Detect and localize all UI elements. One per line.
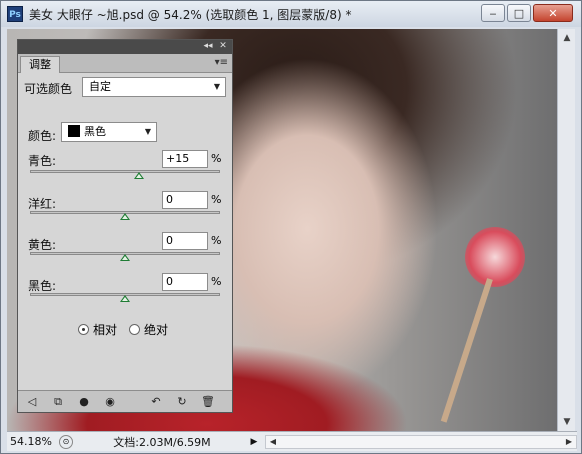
photoshop-icon: Ps xyxy=(7,6,23,22)
trash-icon[interactable]: 🗑 xyxy=(198,394,218,410)
panel-header[interactable]: ◂◂ ✕ xyxy=(18,40,232,54)
color-value: 黑色 xyxy=(84,125,106,138)
panel-bottom-toolbar: ◁ ⧉ ● ◉ ↶ ↻ 🗑 xyxy=(18,390,232,412)
status-info-icon[interactable]: ⊙ xyxy=(59,434,73,449)
radio-absolute[interactable]: 绝对 xyxy=(129,321,168,338)
horizontal-scrollbar[interactable]: ◀ ▶ xyxy=(265,434,577,449)
radio-dot xyxy=(78,324,89,335)
status-bar: 54.18% ⊙ 文档:2.03M/6.59M ▶ ◀ ▶ xyxy=(7,431,577,451)
color-label: 颜色: xyxy=(28,129,57,143)
photo-region-pinwheel xyxy=(465,227,525,287)
chevron-down-icon: ▼ xyxy=(213,82,220,91)
black-slider-thumb[interactable] xyxy=(120,295,130,302)
color-select[interactable]: 黑色 ▼ xyxy=(61,122,157,142)
unit-label: % xyxy=(211,152,222,165)
slider-label: 黄色: xyxy=(28,238,57,252)
eye-icon[interactable]: ◉ xyxy=(100,394,120,410)
vertical-scrollbar[interactable]: ▲ ▼ xyxy=(557,29,575,431)
scroll-up-icon[interactable]: ▲ xyxy=(558,29,576,47)
black-input[interactable]: 0 xyxy=(162,273,208,291)
scroll-down-icon[interactable]: ▼ xyxy=(558,413,576,431)
unit-label: % xyxy=(211,234,222,247)
radio-relative[interactable]: 相对 xyxy=(78,321,117,338)
close-button[interactable]: ✕ xyxy=(533,4,573,22)
back-arrow-icon[interactable]: ◁ xyxy=(22,394,42,410)
slider-label: 黑色: xyxy=(28,279,57,293)
scroll-right-icon[interactable]: ▶ xyxy=(562,436,576,448)
slider-label: 青色: xyxy=(28,154,57,168)
yellow-slider-thumb[interactable] xyxy=(120,254,130,261)
scroll-left-icon[interactable]: ◀ xyxy=(266,436,280,448)
radio-absolute-label: 绝对 xyxy=(144,323,169,337)
preset-value: 自定 xyxy=(89,80,111,93)
chevron-down-icon: ▼ xyxy=(144,127,151,136)
radio-dot xyxy=(129,324,140,335)
tab-adjustments[interactable]: 调整 xyxy=(20,56,60,73)
magenta-input[interactable]: 0 xyxy=(162,191,208,209)
slider-label: 洋红: xyxy=(28,197,57,211)
cyan-slider-thumb[interactable] xyxy=(134,172,145,179)
title-bar[interactable]: Ps 美女 大眼仔 ~旭.psd @ 54.2% (选取颜色 1, 图层蒙版/8… xyxy=(1,1,581,27)
magenta-slider-thumb[interactable] xyxy=(120,213,130,220)
panel-collapse-icon[interactable]: ◂◂ xyxy=(202,41,214,52)
cyan-input[interactable]: +15 xyxy=(162,150,208,168)
document-size: 文档:2.03M/6.59M xyxy=(113,435,211,449)
photo-region-stick xyxy=(440,278,493,423)
zoom-level[interactable]: 54.18% xyxy=(7,435,55,448)
adjustments-panel: ◂◂ ✕ 调整 ▾≡ 可选颜色 自定 ▼ 颜色: 黑色 ▼ 青色: +15 % … xyxy=(17,39,233,413)
window-title: 美女 大眼仔 ~旭.psd @ 54.2% (选取颜色 1, 图层蒙版/8) * xyxy=(29,8,352,22)
panel-menu-icon[interactable]: ▾≡ xyxy=(215,57,228,68)
preset-select[interactable]: 自定 ▼ xyxy=(82,77,226,97)
yellow-input[interactable]: 0 xyxy=(162,232,208,250)
clip-layer-icon[interactable]: ⧉ xyxy=(48,394,68,410)
selective-color-label: 可选颜色 xyxy=(24,82,73,96)
panel-tab-bar: 调整 ▾≡ xyxy=(18,54,232,73)
status-menu-arrow-icon[interactable]: ▶ xyxy=(247,435,261,449)
unit-label: % xyxy=(211,275,222,288)
cyan-slider-track[interactable] xyxy=(30,170,220,173)
mask-icon[interactable]: ● xyxy=(74,394,94,410)
color-swatch xyxy=(68,125,80,137)
unit-label: % xyxy=(211,193,222,206)
reset-icon[interactable]: ↻ xyxy=(172,394,192,410)
radio-relative-label: 相对 xyxy=(93,323,118,337)
document-window: Ps 美女 大眼仔 ~旭.psd @ 54.2% (选取颜色 1, 图层蒙版/8… xyxy=(0,0,582,454)
maximize-button[interactable]: □ xyxy=(507,4,531,22)
minimize-button[interactable]: ‒ xyxy=(481,4,505,22)
previous-state-icon[interactable]: ↶ xyxy=(146,394,166,410)
panel-close-icon[interactable]: ✕ xyxy=(217,41,229,52)
